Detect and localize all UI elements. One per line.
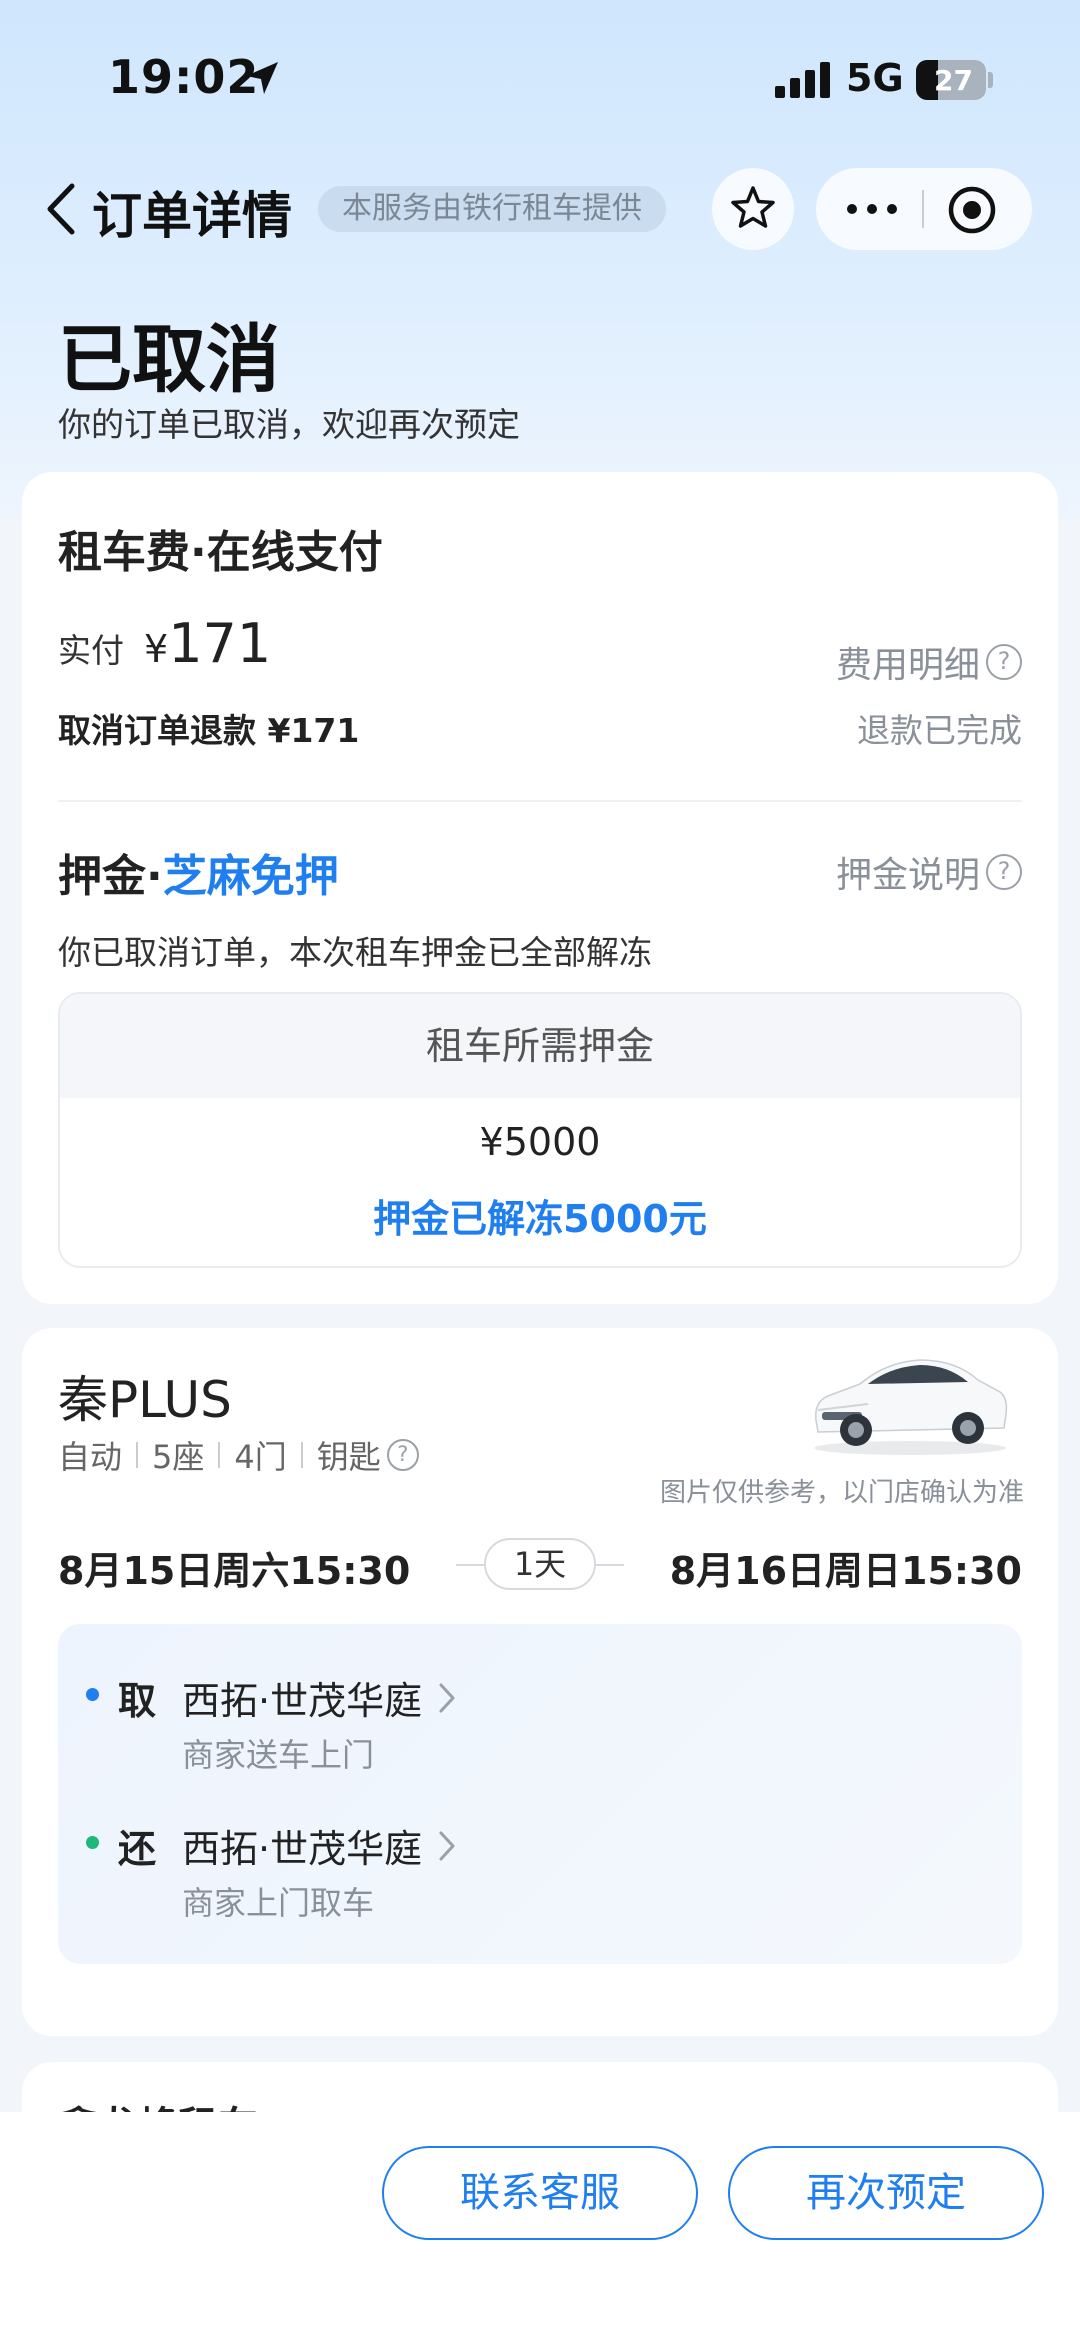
fee-detail-link[interactable]: 费用明细 ?: [836, 636, 1022, 688]
deposit-info-link[interactable]: 押金说明 ?: [836, 846, 1022, 898]
deposit-section-title: 押金·芝麻免押: [58, 840, 339, 904]
deposit-note: 你已取消订单，本次租车押金已全部解冻: [58, 933, 652, 972]
section-divider: [58, 800, 1022, 802]
paid-row: 实付 ¥ 171: [58, 612, 271, 675]
provider-badge: 本服务由铁行租车提供: [318, 186, 666, 232]
battery-icon: 27: [916, 60, 986, 100]
spec-transmission: 自动: [58, 1438, 123, 1476]
status-time: 19:02: [108, 50, 260, 104]
favorite-button[interactable]: [712, 168, 794, 250]
return-location-link[interactable]: 西拓·世茂华庭: [182, 1818, 458, 1873]
spec-key: 钥匙: [316, 1438, 381, 1476]
chevron-right-icon: [439, 1683, 455, 1712]
pickup-kind: 取: [118, 1679, 157, 1723]
more-icon[interactable]: [844, 200, 900, 218]
battery-tip: [988, 72, 993, 88]
spec-seats: 5座: [152, 1438, 205, 1476]
image-disclaimer: 图片仅供参考，以门店确认为准: [660, 1478, 1025, 1508]
return-kind: 还: [118, 1827, 157, 1871]
spec-doors: 4门: [234, 1438, 287, 1476]
help-circle-icon[interactable]: ?: [386, 1439, 419, 1471]
contact-service-button[interactable]: 联系客服: [382, 2146, 698, 2240]
return-dot: [86, 1836, 99, 1849]
chevron-right-icon: [439, 1831, 455, 1860]
pickup-note: 商家送车上门: [182, 1736, 375, 1774]
car-specs: 自动 5座 4门 钥匙 ?: [58, 1432, 419, 1478]
rental-duration: 1天: [484, 1538, 596, 1590]
pickup-location-link[interactable]: 西拓·世茂华庭: [182, 1670, 458, 1725]
paid-amount: 171: [168, 612, 272, 675]
deposit-box-header: 租车所需押金: [60, 994, 1020, 1098]
paid-currency: ¥: [144, 627, 169, 671]
pickup-datetime: 8月15日周六15:30: [58, 1549, 411, 1593]
page-title: 订单详情: [92, 187, 292, 245]
pickup-dot: [86, 1688, 99, 1701]
network-type: 5G: [846, 56, 904, 100]
mini-program-capsule: [816, 168, 1032, 250]
order-status-title: 已取消: [58, 317, 280, 403]
return-location-name: 西拓·世茂华庭: [182, 1827, 423, 1871]
order-status-subtitle: 你的订单已取消，欢迎再次预定: [58, 405, 520, 444]
star-icon: [731, 186, 775, 228]
battery-level: 27: [934, 64, 973, 97]
deposit-box: 租车所需押金 ¥5000 押金已解冻5000元: [58, 992, 1022, 1268]
payment-section-title: 租车费·在线支付: [58, 527, 383, 578]
deposit-free-tag: 芝麻免押: [162, 851, 339, 902]
deposit-title-prefix: 押金·: [58, 851, 163, 902]
deposit-info-label: 押金说明: [835, 855, 980, 896]
back-chevron-icon[interactable]: [42, 180, 82, 238]
refund-status: 退款已完成: [857, 711, 1022, 750]
close-target-icon[interactable]: [946, 184, 998, 236]
pickup-location-name: 西拓·世茂华庭: [182, 1679, 423, 1723]
location-arrow-icon: [246, 62, 278, 94]
deposit-unfrozen-text: 押金已解冻5000元: [373, 1197, 707, 1241]
cellular-signal-icon: [775, 62, 830, 98]
deposit-amount: ¥5000: [479, 1120, 601, 1164]
return-note: 商家上门取车: [182, 1884, 375, 1922]
fee-detail-label: 费用明细: [835, 645, 980, 686]
refund-label: 取消订单退款 ¥171: [58, 711, 360, 750]
rebook-button[interactable]: 再次预定: [728, 2146, 1044, 2240]
car-image: [814, 1359, 1008, 1455]
paid-label: 实付: [58, 631, 124, 670]
help-circle-icon: ?: [986, 644, 1022, 680]
car-model-name: 秦PLUS: [58, 1371, 232, 1429]
help-circle-icon: ?: [986, 854, 1022, 890]
return-datetime: 8月16日周日15:30: [669, 1549, 1022, 1593]
